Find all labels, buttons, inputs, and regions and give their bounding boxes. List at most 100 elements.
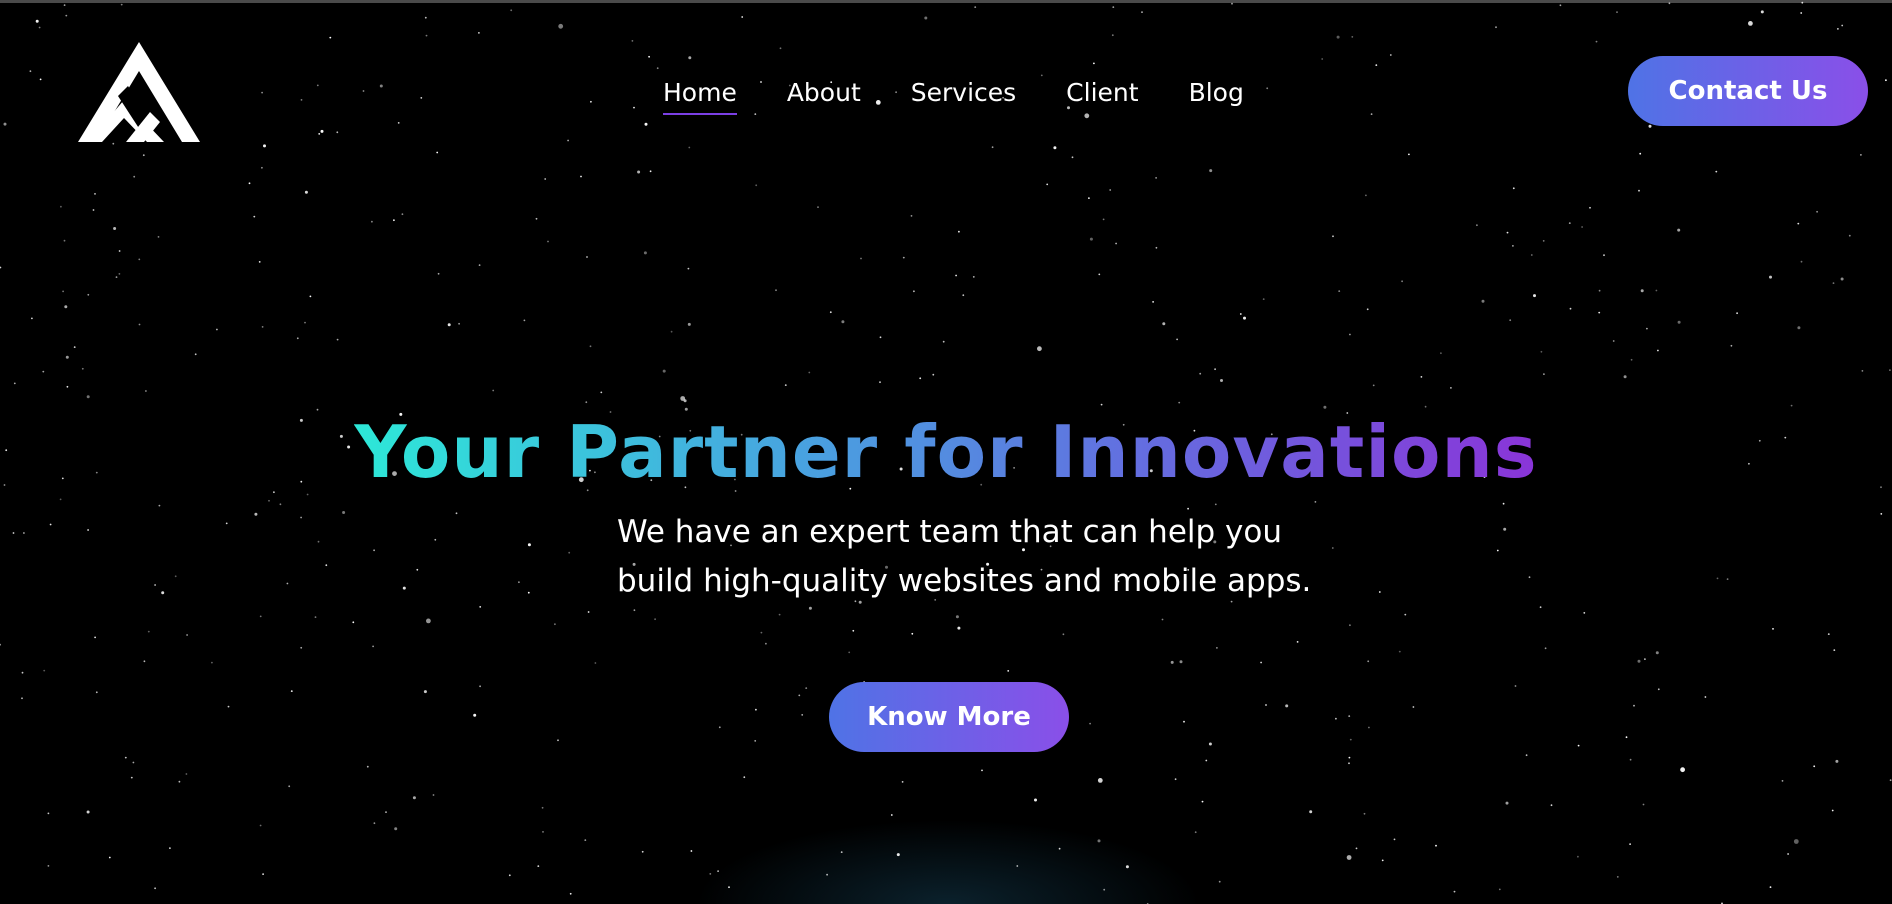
star-dot (817, 206, 819, 209)
star-dot (1389, 54, 1392, 56)
star-dot (972, 276, 975, 278)
star-dot (508, 874, 511, 877)
star-dot (65, 14, 68, 17)
star-dot (329, 36, 332, 39)
star-dot (1209, 169, 1213, 173)
star-dot (688, 146, 691, 149)
star-dot (1037, 346, 1042, 352)
star-dot (1637, 659, 1641, 663)
star-dot (1435, 844, 1437, 847)
star-dot (124, 756, 127, 759)
star-dot (554, 623, 556, 626)
star-dot (537, 865, 540, 867)
star-dot (31, 317, 33, 320)
star-dot (1321, 58, 1324, 60)
star-dot (62, 290, 64, 293)
star-dot (1365, 194, 1367, 197)
star-dot (1239, 313, 1242, 315)
star-dot (1633, 704, 1635, 707)
contact-us-button[interactable]: Contact Us (1628, 56, 1868, 126)
star-dot (318, 133, 321, 135)
star-dot (1655, 289, 1658, 292)
star-dot (1450, 387, 1452, 389)
star-dot (1109, 189, 1112, 191)
star-dot (1040, 74, 1043, 77)
star-dot (426, 618, 431, 624)
star-dot (1603, 254, 1605, 257)
star-dot (81, 367, 84, 370)
star-dot (1813, 765, 1816, 768)
star-dot (587, 611, 590, 613)
star-dot (300, 99, 303, 101)
nav-item-services[interactable]: Services (911, 78, 1016, 113)
star-dot (142, 154, 145, 157)
star-dot (432, 794, 435, 796)
star-dot (63, 4, 66, 6)
star-dot (1544, 647, 1547, 650)
star-dot (1058, 847, 1061, 850)
star-dot (397, 122, 400, 124)
star-dot (336, 131, 339, 134)
star-dot (1629, 758, 1632, 761)
nav-item-client[interactable]: Client (1066, 78, 1138, 113)
star-dot (296, 337, 299, 340)
star-dot (402, 586, 406, 590)
star-dot (1880, 513, 1883, 515)
star-dot (1363, 812, 1366, 815)
star-dot (1375, 64, 1378, 66)
star-dot (253, 215, 256, 218)
star-dot (478, 32, 480, 34)
star-dot (1349, 738, 1352, 741)
star-dot (434, 538, 437, 541)
star-dot (924, 16, 928, 20)
nav-item-home[interactable]: Home (663, 78, 737, 115)
star-dot (1285, 704, 1289, 708)
star-dot (478, 264, 481, 266)
star-dot (1889, 779, 1892, 782)
star-dot (1176, 338, 1178, 341)
star-dot (38, 26, 41, 29)
star-dot (268, 499, 270, 502)
star-dot (309, 295, 312, 298)
star-dot (1640, 289, 1644, 293)
star-dot (1840, 277, 1844, 281)
star-dot (1174, 778, 1177, 781)
star-dot (492, 389, 495, 392)
star-dot (1827, 633, 1830, 635)
star-dot (1332, 235, 1334, 238)
star-dot (352, 621, 355, 624)
star-dot (425, 34, 428, 37)
star-dot (670, 330, 673, 333)
star-dot (717, 870, 719, 872)
nav-item-blog[interactable]: Blog (1189, 78, 1244, 113)
star-dot (1730, 344, 1733, 347)
star-dot (648, 55, 650, 58)
star-dot (1657, 688, 1660, 691)
star-dot (118, 273, 121, 275)
star-dot (1889, 369, 1891, 371)
star-dot (366, 765, 369, 768)
star-dot (49, 523, 52, 526)
star-dot (1208, 742, 1212, 746)
star-dot (288, 785, 291, 788)
star-dot (437, 272, 440, 275)
know-more-button[interactable]: Know More (829, 682, 1069, 752)
mountain-logo-icon[interactable] (78, 42, 200, 142)
star-dot (911, 632, 914, 635)
nav-item-about[interactable]: About (787, 78, 861, 113)
star-dot (473, 713, 477, 717)
star-dot (1034, 798, 1037, 802)
star-dot (1638, 189, 1640, 192)
star-dot (1726, 578, 1729, 580)
star-dot (138, 323, 141, 326)
star-dot (1680, 767, 1685, 773)
star-dot (919, 377, 922, 380)
star-dot (1581, 226, 1583, 228)
star-dot (94, 193, 96, 195)
star-dot (1528, 576, 1531, 579)
star-dot (1533, 294, 1536, 298)
star-dot (1595, 40, 1598, 43)
star-dot (394, 827, 398, 831)
star-dot (1715, 170, 1718, 173)
star-dot (755, 184, 758, 187)
